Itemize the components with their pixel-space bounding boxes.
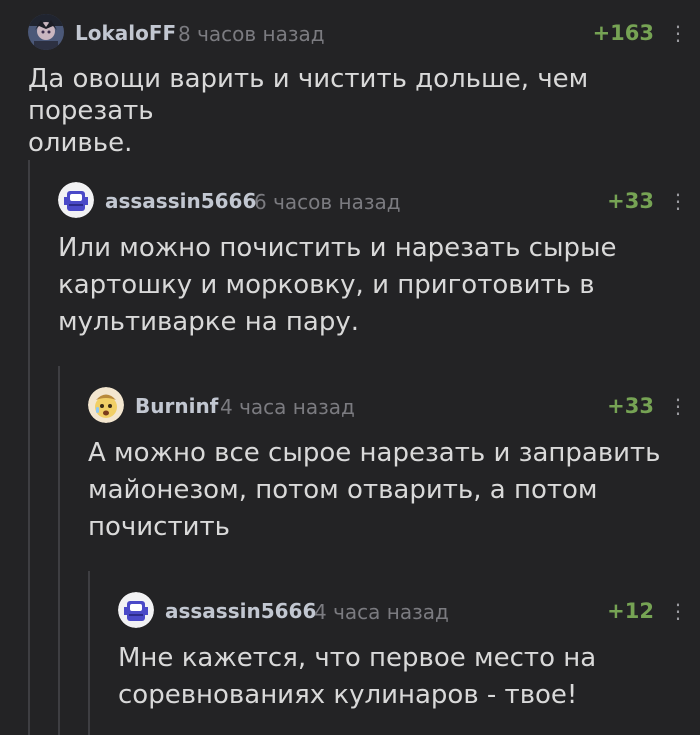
comment-header: LokaloFF 8 часов назад +163 ⋮ [28, 14, 688, 50]
user-avatar[interactable] [88, 387, 124, 423]
comment-header: Burninf 4 часа назад +33 ⋮ [88, 387, 688, 423]
user-avatar[interactable] [58, 182, 94, 218]
more-vertical-icon[interactable]: ⋮ [668, 190, 688, 212]
username[interactable]: assassin5666 [165, 599, 316, 623]
timestamp[interactable]: 6 часов назад [254, 190, 401, 214]
comment-header: assassin5666 4 часа назад +12 ⋮ [118, 592, 688, 628]
user-avatar[interactable] [28, 14, 64, 50]
surprised-emoji-avatar-icon [88, 387, 124, 423]
comment: assassin5666 6 часов назад +33 ⋮ Или мож… [58, 182, 688, 342]
thread-line-level-2[interactable] [58, 366, 60, 735]
rating: +12 [607, 599, 654, 623]
rating: +33 [607, 394, 654, 418]
comment: LokaloFF 8 часов назад +163 ⋮ Да овощи в… [28, 14, 688, 158]
user-avatar[interactable] [118, 592, 154, 628]
timestamp[interactable]: 4 часа назад [314, 600, 449, 624]
timestamp[interactable]: 8 часов назад [178, 22, 325, 46]
robot-avatar-icon [58, 182, 94, 218]
comment-text: Или можно почистить и нарезать сырые кар… [58, 233, 617, 337]
username[interactable]: assassin5666 [105, 189, 256, 213]
comment-text: Мне кажется, что первое место на соревно… [118, 643, 597, 710]
anime-avatar-icon [28, 14, 64, 50]
more-vertical-icon[interactable]: ⋮ [668, 22, 688, 44]
username[interactable]: Burninf [135, 394, 218, 418]
thread-line-level-3[interactable] [88, 571, 90, 735]
more-vertical-icon[interactable]: ⋮ [668, 395, 688, 417]
comment-text: А можно все сырое нарезать и заправить м… [88, 438, 661, 542]
comment: Burninf 4 часа назад +33 ⋮ А можно все с… [88, 387, 688, 547]
comment-text: Да овощи варить и чистить дольше, чем по… [28, 64, 589, 158]
robot-avatar-icon [118, 592, 154, 628]
username[interactable]: LokaloFF [75, 21, 176, 45]
rating: +163 [592, 21, 654, 45]
thread-line-level-1[interactable] [28, 160, 30, 735]
comment-header: assassin5666 6 часов назад +33 ⋮ [58, 182, 688, 218]
timestamp[interactable]: 4 часа назад [220, 395, 355, 419]
comment: assassin5666 4 часа назад +12 ⋮ Мне каже… [118, 592, 688, 722]
rating: +33 [607, 189, 654, 213]
more-vertical-icon[interactable]: ⋮ [668, 600, 688, 622]
